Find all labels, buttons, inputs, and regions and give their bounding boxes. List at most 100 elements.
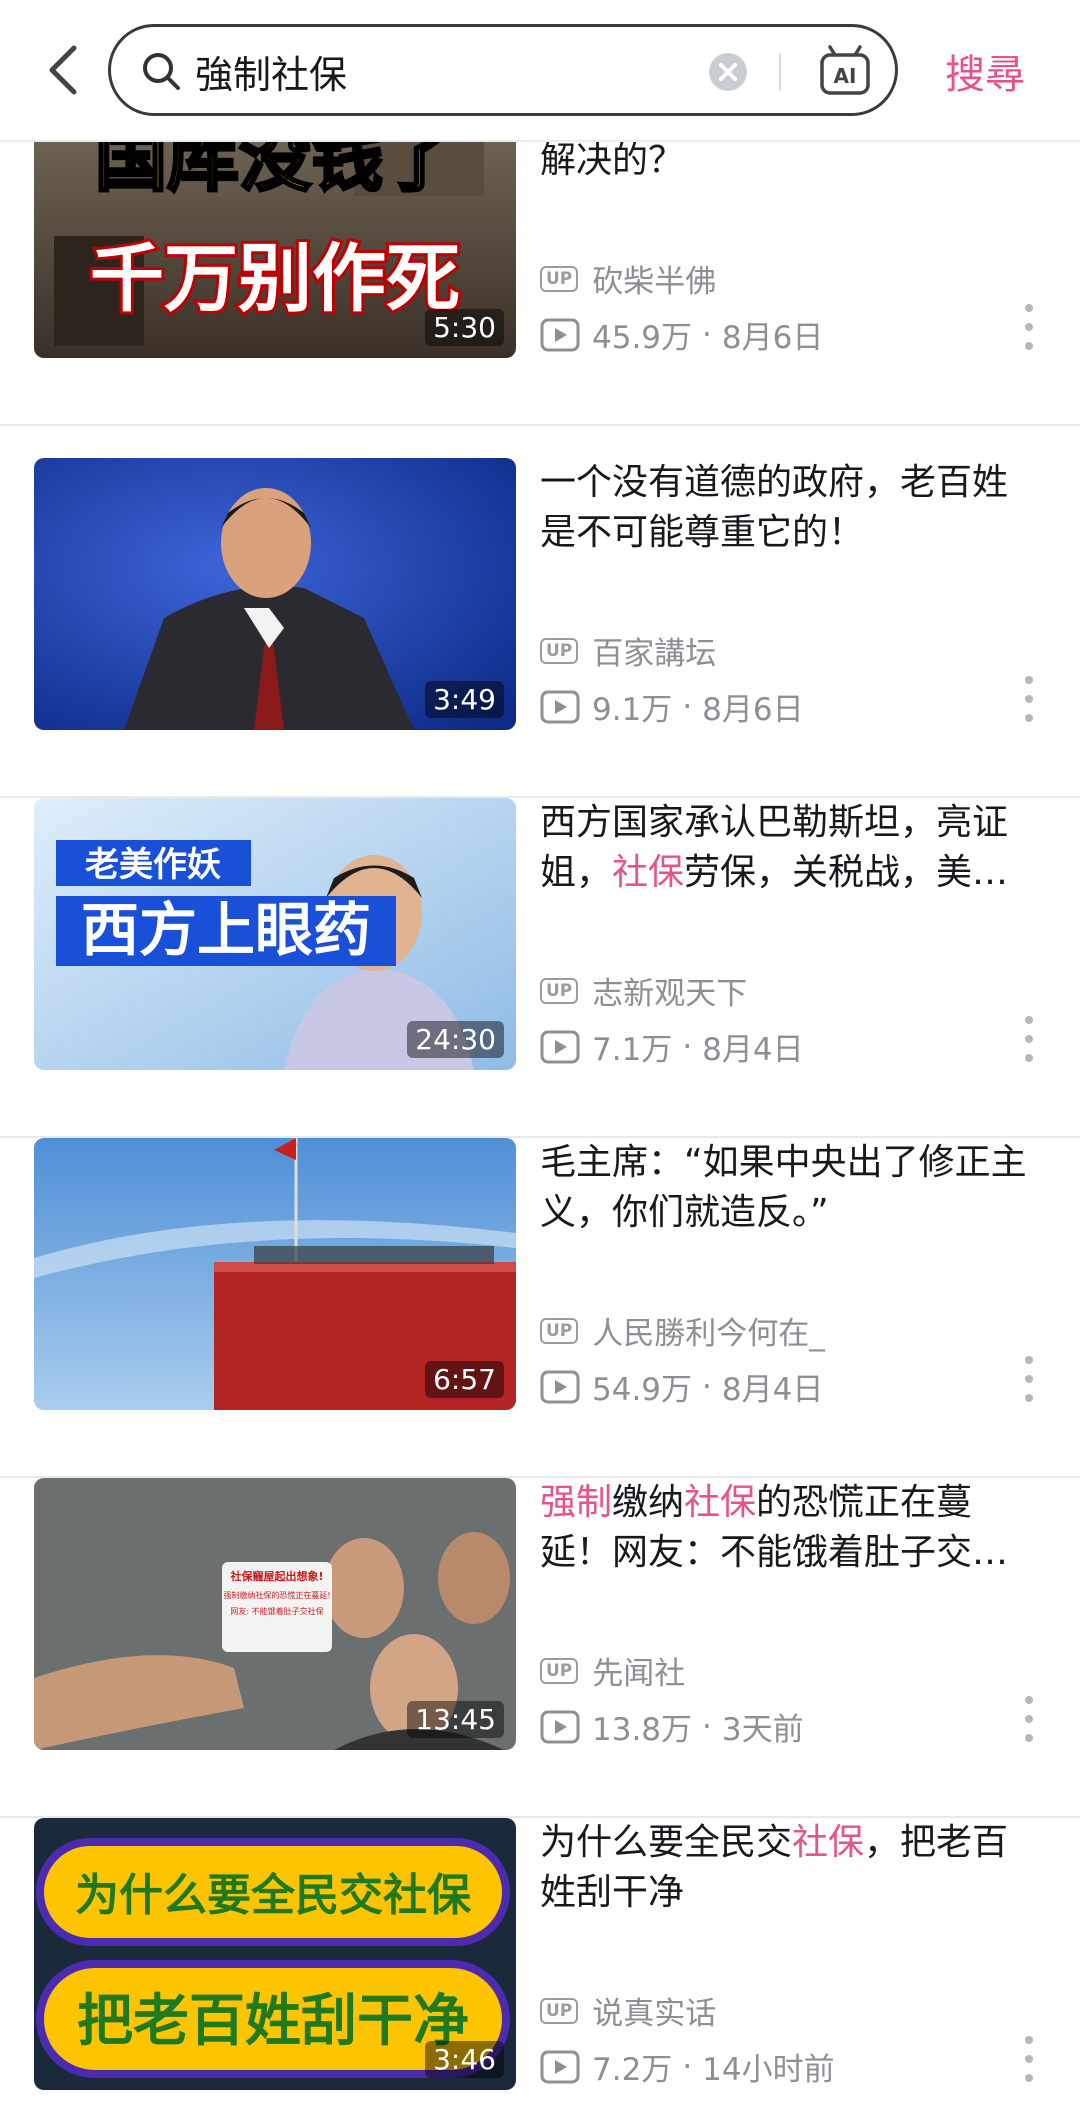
up-badge-icon: UP	[540, 265, 579, 292]
separator: ·	[682, 2048, 693, 2085]
video-duration: 3:49	[425, 681, 504, 718]
up-badge-icon: UP	[540, 977, 579, 1004]
video-result-item[interactable]: 老美作妖 西方上眼药 24:30 西方国家承认巴勒斯坦，亮证姐，社保劳保，关税战…	[0, 798, 1080, 1138]
video-thumbnail[interactable]: 3:49	[34, 458, 516, 730]
clear-search-button[interactable]	[709, 53, 747, 91]
view-count: 45.9万	[592, 320, 693, 356]
ai-badge-label: AI	[834, 64, 857, 88]
video-thumbnail[interactable]: 为什么要全民交社保 把老百姓刮干净 3:46	[34, 1818, 516, 2090]
keyword-highlight: 社保	[612, 852, 685, 893]
title-text: 国库没钱了，历朝历代是怎么解决的？	[540, 140, 685, 181]
separator: ·	[682, 688, 693, 725]
author-name: 志新观天下	[592, 976, 748, 1012]
video-stats: 54.9万 · 8月4日	[540, 1364, 823, 1409]
view-count: 9.1万	[592, 692, 673, 728]
back-arrow-icon[interactable]	[40, 42, 90, 98]
video-duration: 6:57	[425, 1361, 504, 1398]
play-count-icon	[540, 1370, 580, 1403]
video-stats: 13.8万 · 3天前	[540, 1704, 804, 1749]
view-count: 7.1万	[592, 1032, 673, 1068]
search-divider	[779, 53, 781, 91]
video-author[interactable]: UP 人民勝利今何在_	[540, 1308, 825, 1353]
up-badge-icon: UP	[540, 1657, 579, 1684]
title-text: 毛主席：“如果中央出了修正主义，你们就造反。”	[540, 1142, 1027, 1233]
author-name: 先闻社	[592, 1656, 686, 1692]
video-author[interactable]: UP 志新观天下	[540, 968, 747, 1013]
publish-date: 14小时前	[702, 2052, 835, 2088]
play-count-icon	[540, 1710, 580, 1743]
play-count-icon	[540, 1030, 580, 1063]
search-header: AI 搜尋	[0, 0, 1080, 142]
separator: ·	[702, 1708, 712, 1745]
thumbnail-text: 把老百姓刮干净	[77, 1989, 469, 2054]
author-name: 说真实话	[592, 1996, 717, 2032]
keyword-highlight: 强制	[540, 1482, 613, 1523]
video-author[interactable]: UP 说真实话	[540, 1988, 716, 2033]
up-badge-icon: UP	[540, 637, 579, 664]
search-box[interactable]: AI	[108, 24, 898, 116]
thumbnail-text: 社保寵屋起出想象!	[229, 1569, 323, 1583]
video-title[interactable]: 强制缴纳社保的恐慌正在蔓延！网友：不能饿着肚子交…	[540, 1478, 1040, 1578]
author-name: 人民勝利今何在_	[592, 1316, 825, 1352]
video-thumbnail[interactable]: 社保寵屋起出想象! 强制缴纳社保的恐慌正在蔓延! 网友: 不能饿着肚子交社保 1…	[34, 1478, 516, 1750]
video-title[interactable]: 为什么要全民交社保，把老百姓刮干净	[540, 1818, 1040, 1918]
more-options-icon[interactable]	[1014, 1012, 1044, 1066]
video-author[interactable]: UP 百家講坛	[540, 628, 716, 673]
video-result-item[interactable]: 3:49 一个没有道德的政府，老百姓是不可能尊重它的！ UP 百家講坛 9.1万…	[0, 458, 1080, 798]
video-duration: 13:45	[407, 1701, 504, 1738]
video-result-item[interactable]: 6:57 毛主席：“如果中央出了修正主义，你们就造反。” UP 人民勝利今何在_…	[0, 1138, 1080, 1478]
video-thumbnail[interactable]: 国库没钱了 千万别作死 5:30	[34, 140, 516, 358]
publish-date: 8月4日	[721, 1372, 824, 1408]
more-options-icon[interactable]	[1014, 1352, 1044, 1406]
thumbnail-text: 千万别作死	[90, 236, 460, 322]
video-thumbnail[interactable]: 老美作妖 西方上眼药 24:30	[34, 798, 516, 1070]
video-title[interactable]: 西方国家承认巴勒斯坦，亮证姐，社保劳保，关税战，美…	[540, 798, 1040, 898]
clear-icon	[719, 63, 737, 81]
title-text: 一个没有道德的政府，老百姓是不可能尊重它的！	[540, 462, 1009, 553]
more-options-icon[interactable]	[1014, 1692, 1044, 1746]
thumbnail-text: 网友: 不能饿着肚子交社保	[230, 1606, 323, 1616]
thumbnail-text: 西方上眼药	[81, 896, 371, 964]
separator: ·	[702, 316, 712, 353]
search-results-list: 国库没钱了 千万别作死 5:30 国库没钱了，历朝历代是怎么解决的？ UP 砍柴…	[0, 140, 1080, 2122]
more-options-icon[interactable]	[1014, 672, 1044, 726]
thumbnail-text: 为什么要全民交社保	[75, 1870, 472, 1921]
video-result-item[interactable]: 为什么要全民交社保 把老百姓刮干净 3:46 为什么要全民交社保，把老百姓刮干净…	[0, 1818, 1080, 2122]
author-name: 百家講坛	[592, 636, 717, 672]
view-count: 13.8万	[592, 1712, 693, 1748]
search-icon	[143, 53, 180, 90]
author-name: 砍柴半佛	[592, 264, 717, 300]
search-input[interactable]	[195, 45, 675, 97]
publish-date: 8月4日	[702, 1032, 804, 1068]
title-text: 劳保，关税战，美…	[684, 852, 1009, 893]
up-badge-icon: UP	[540, 1997, 579, 2024]
video-result-item[interactable]: 国库没钱了 千万别作死 5:30 国库没钱了，历朝历代是怎么解决的？ UP 砍柴…	[0, 140, 1080, 426]
up-badge-icon: UP	[540, 1317, 579, 1344]
view-count: 54.9万	[592, 1372, 693, 1408]
search-button[interactable]: 搜尋	[945, 42, 1025, 100]
video-stats: 7.2万 · 14小时前	[540, 2044, 835, 2089]
play-count-icon	[540, 2050, 580, 2083]
video-result-item[interactable]: 社保寵屋起出想象! 强制缴纳社保的恐慌正在蔓延! 网友: 不能饿着肚子交社保 1…	[0, 1478, 1080, 1818]
separator: ·	[702, 1368, 712, 1405]
keyword-highlight: 社保	[684, 1482, 757, 1523]
video-title[interactable]: 毛主席：“如果中央出了修正主义，你们就造反。”	[540, 1138, 1040, 1238]
video-title[interactable]: 一个没有道德的政府，老百姓是不可能尊重它的！	[540, 458, 1040, 558]
title-text: 缴纳	[612, 1482, 685, 1523]
play-count-icon	[540, 318, 580, 351]
view-count: 7.2万	[592, 2052, 673, 2088]
title-text: 为什么要全民交	[540, 1822, 793, 1863]
more-options-icon[interactable]	[1014, 300, 1044, 354]
more-options-icon[interactable]	[1014, 2032, 1044, 2086]
video-stats: 9.1万 · 8月6日	[540, 684, 804, 729]
keyword-highlight: 社保	[792, 1822, 865, 1863]
video-author[interactable]: UP 先闻社	[540, 1648, 685, 1693]
video-duration: 24:30	[407, 1021, 504, 1058]
thumbnail-text: 国库没钱了	[95, 140, 455, 201]
video-title[interactable]: 国库没钱了，历朝历代是怎么解决的？	[540, 140, 1040, 186]
video-author[interactable]: UP 砍柴半佛	[540, 256, 716, 301]
thumbnail-text: 强制缴纳社保的恐慌正在蔓延!	[223, 1590, 330, 1600]
separator: ·	[682, 1028, 693, 1065]
ai-assistant-icon[interactable]: AI	[817, 43, 873, 99]
video-thumbnail[interactable]: 6:57	[34, 1138, 516, 1410]
